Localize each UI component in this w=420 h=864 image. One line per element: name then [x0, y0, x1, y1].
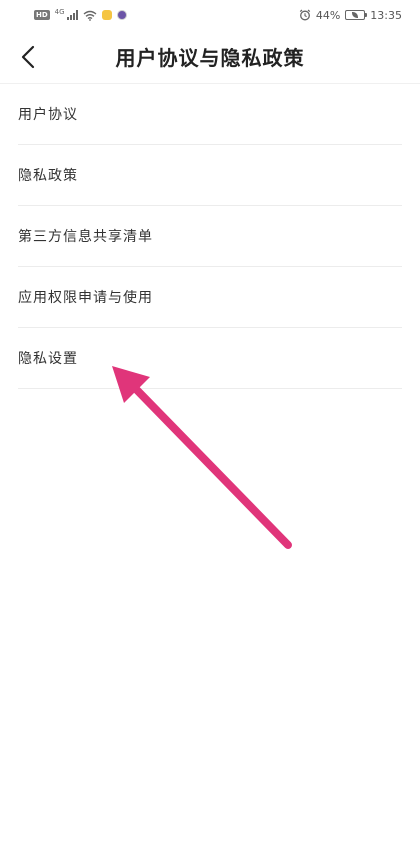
status-bar: HD 4G 44% 13:35	[0, 0, 420, 30]
menu-item-app-permissions[interactable]: 应用权限申请与使用	[18, 267, 402, 328]
menu-item-third-party-sharing[interactable]: 第三方信息共享清单	[18, 206, 402, 267]
wifi-icon	[83, 10, 97, 21]
menu-item-privacy-policy[interactable]: 隐私政策	[18, 145, 402, 206]
network-type: 4G	[54, 7, 65, 16]
status-left: HD 4G	[34, 7, 127, 21]
menu-list: 用户协议 隐私政策 第三方信息共享清单 应用权限申请与使用 隐私设置	[18, 84, 402, 389]
app-notification-icon	[116, 10, 127, 20]
chevron-left-icon	[21, 45, 35, 69]
back-button[interactable]	[14, 42, 42, 72]
battery-icon	[345, 10, 368, 20]
arrow-shaft	[129, 382, 292, 549]
signal-icon	[66, 10, 78, 20]
menu-item-label: 隐私设置	[18, 351, 78, 367]
hd-badge: HD	[34, 10, 50, 20]
menu-item-label: 用户协议	[18, 107, 78, 123]
menu-item-label: 第三方信息共享清单	[18, 229, 153, 245]
page-header: 用户协议与隐私政策	[0, 30, 420, 84]
menu-item-user-agreement[interactable]: 用户协议	[18, 84, 402, 145]
alarm-icon	[299, 9, 311, 21]
status-right: 44% 13:35	[299, 9, 402, 22]
app-notification-icon	[101, 10, 112, 20]
battery-percent: 44%	[315, 8, 341, 22]
menu-item-label: 隐私政策	[18, 168, 78, 184]
menu-item-label: 应用权限申请与使用	[18, 290, 153, 306]
leaf-icon	[352, 12, 359, 18]
clock: 13:35	[370, 8, 402, 22]
menu-item-privacy-settings[interactable]: 隐私设置	[18, 328, 402, 389]
page-title: 用户协议与隐私政策	[115, 46, 305, 70]
